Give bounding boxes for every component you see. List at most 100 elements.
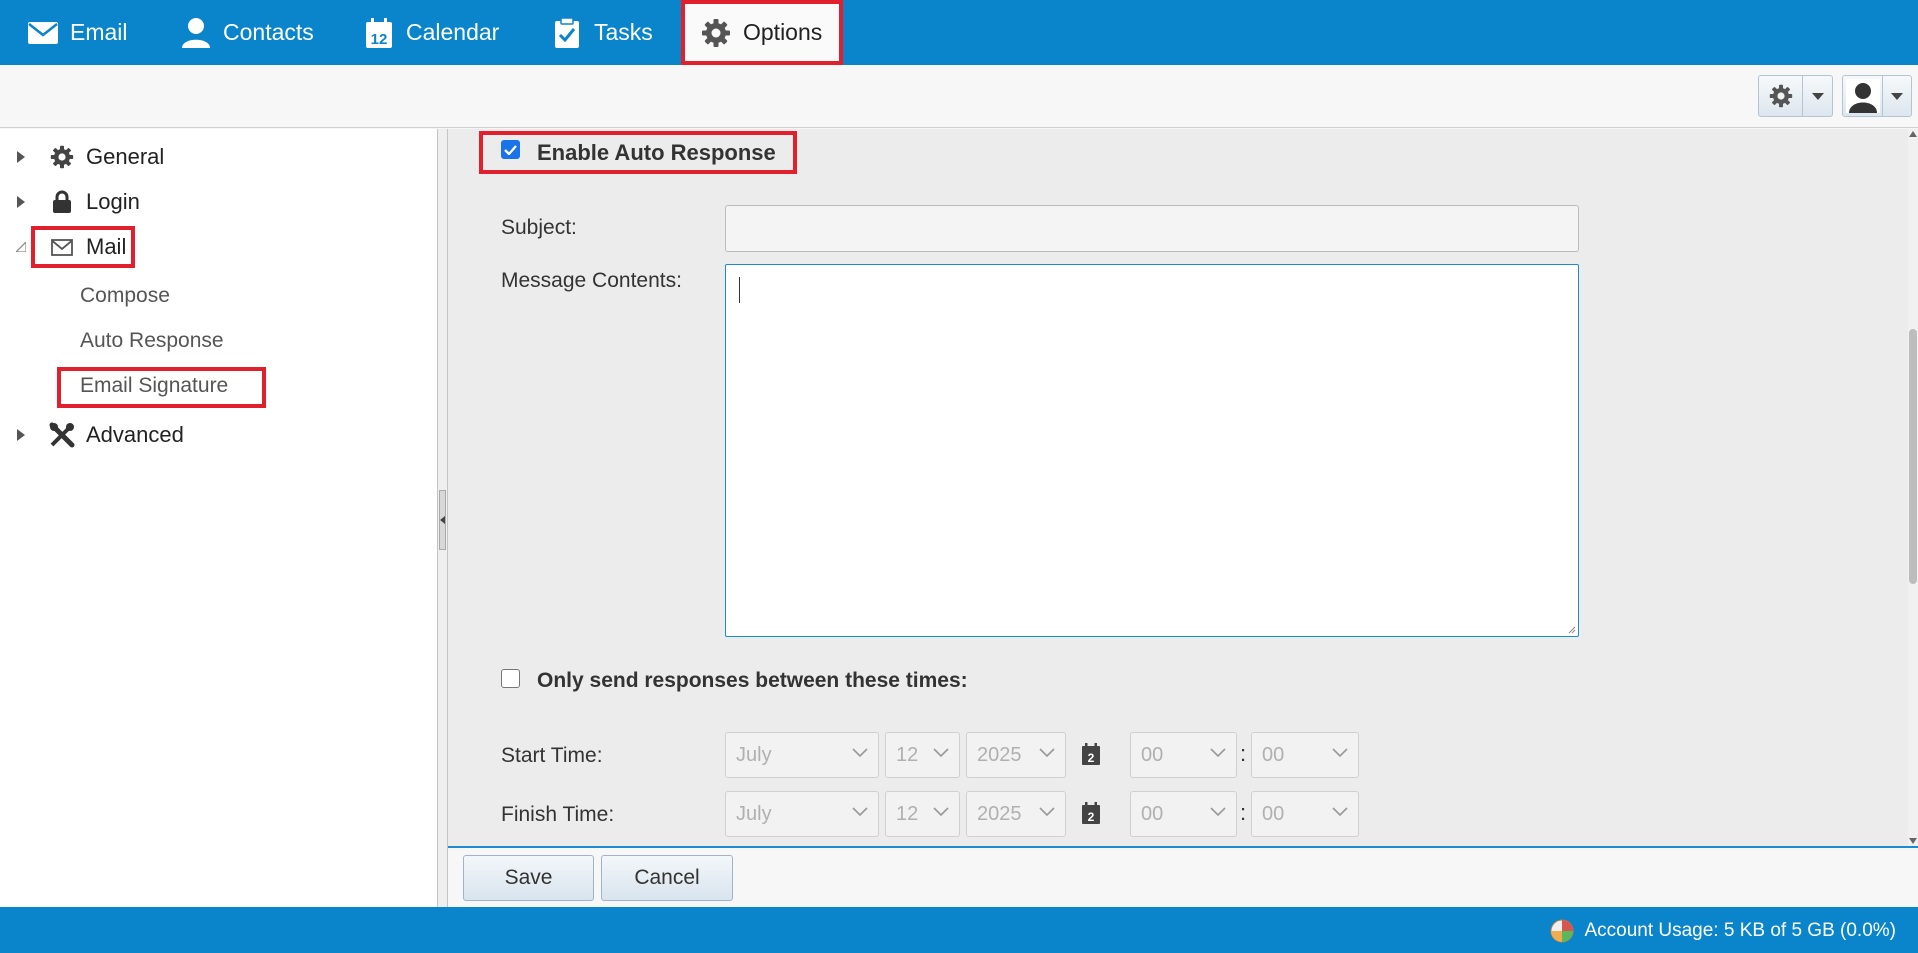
main-vertical-scrollbar[interactable] — [1908, 129, 1918, 846]
finish-year-value: 2025 — [977, 802, 1022, 825]
auto-response-panel: Enable Auto Response Subject: Message Co… — [448, 129, 1908, 846]
chevron-down-icon — [1883, 76, 1911, 116]
toolbar — [0, 65, 1918, 128]
nav-tab-contacts[interactable]: Contacts — [179, 0, 314, 65]
subject-label: Subject: — [501, 216, 577, 239]
form-action-bar: Save Cancel — [448, 846, 1918, 907]
chevron-down-icon — [933, 807, 949, 817]
start-month-value: July — [736, 743, 772, 766]
lock-icon — [48, 188, 76, 216]
sidebar-subitem-compose[interactable]: Compose — [80, 284, 170, 308]
svg-text:12: 12 — [371, 31, 388, 48]
chevron-down-icon — [1039, 748, 1055, 758]
chevron-down-icon — [1332, 748, 1348, 758]
message-contents-label: Message Contents: — [501, 269, 682, 292]
scroll-up-arrow-icon[interactable] — [1909, 131, 1917, 137]
finish-hour-select[interactable]: 00 — [1130, 791, 1237, 837]
sidebar-item-label: Login — [86, 189, 140, 214]
expand-arrow-icon[interactable] — [14, 150, 28, 164]
nav-tab-options[interactable]: Options — [681, 0, 843, 65]
scrollbar-thumb[interactable] — [1909, 329, 1917, 584]
clipboard-check-icon — [550, 16, 584, 50]
sidebar-item-advanced[interactable]: Advanced — [14, 421, 184, 449]
gear-icon — [699, 16, 733, 50]
nav-tab-label: Calendar — [406, 19, 500, 45]
calendar-picker-icon[interactable]: 2 — [1081, 742, 1101, 766]
settings-menu-button[interactable] — [1758, 75, 1833, 117]
options-sidebar: General Login Mail Compose Auto Response… — [0, 129, 440, 907]
chevron-down-icon — [1210, 807, 1226, 817]
start-year-value: 2025 — [977, 743, 1022, 766]
sidebar-item-login[interactable]: Login — [14, 188, 140, 216]
finish-time-label: Finish Time: — [501, 803, 615, 826]
person-icon — [179, 16, 213, 50]
nav-tab-calendar[interactable]: 12 Calendar — [362, 0, 499, 65]
finish-month-select[interactable]: July — [725, 791, 879, 837]
start-minute-select[interactable]: 00 — [1251, 732, 1359, 778]
nav-tab-label: Contacts — [223, 19, 314, 45]
chevron-down-icon — [1803, 76, 1832, 116]
collapse-handle[interactable] — [439, 490, 446, 550]
tools-icon — [48, 421, 76, 449]
svg-text:2: 2 — [1088, 751, 1095, 765]
finish-day-value: 12 — [896, 802, 919, 825]
chevron-down-icon — [1210, 748, 1226, 758]
start-time-label: Start Time: — [501, 744, 603, 767]
svg-text:2: 2 — [1088, 810, 1095, 824]
resize-grip-icon[interactable] — [1566, 624, 1576, 634]
chevron-down-icon — [1332, 807, 1348, 817]
start-hour-value: 00 — [1141, 743, 1164, 766]
message-contents-textarea[interactable] — [725, 264, 1579, 637]
sidebar-subitem-auto-response[interactable]: Auto Response — [80, 329, 224, 353]
usage-pie-icon — [1550, 919, 1574, 943]
expand-arrow-icon[interactable] — [14, 428, 28, 442]
checkmark-icon — [504, 144, 517, 155]
enable-auto-response-label[interactable]: Enable Auto Response — [537, 140, 776, 166]
finish-year-select[interactable]: 2025 — [966, 791, 1066, 837]
time-separator: : — [1240, 741, 1247, 766]
start-day-select[interactable]: 12 — [885, 732, 960, 778]
sidebar-item-general[interactable]: General — [14, 143, 164, 171]
time-separator: : — [1240, 800, 1247, 825]
sidebar-item-label: General — [86, 144, 165, 169]
finish-day-select[interactable]: 12 — [885, 791, 960, 837]
nav-tab-label: Tasks — [594, 19, 653, 45]
chevron-down-icon — [852, 807, 868, 817]
collapse-arrow-icon[interactable] — [14, 240, 28, 254]
scroll-down-arrow-icon[interactable] — [1909, 838, 1917, 844]
finish-minute-select[interactable]: 00 — [1251, 791, 1359, 837]
start-hour-select[interactable]: 00 — [1130, 732, 1237, 778]
save-button[interactable]: Save — [463, 855, 594, 901]
finish-hour-value: 00 — [1141, 802, 1164, 825]
top-navigation: Email Contacts 12 Calendar Tasks Options — [0, 0, 1918, 65]
chevron-down-icon — [1039, 807, 1055, 817]
chevron-down-icon — [852, 748, 868, 758]
chevron-down-icon — [933, 748, 949, 758]
nav-tab-tasks[interactable]: Tasks — [550, 0, 653, 65]
calendar-icon: 12 — [362, 16, 396, 50]
start-month-select[interactable]: July — [725, 732, 879, 778]
text-caret — [739, 277, 740, 303]
calendar-picker-icon[interactable]: 2 — [1081, 801, 1101, 825]
account-usage: Account Usage: 5 KB of 5 GB (0.0%) — [1550, 919, 1896, 943]
user-menu-button[interactable] — [1842, 75, 1912, 117]
sidebar-subitem-email-signature[interactable]: Email Signature — [80, 374, 228, 398]
sidebar-item-mail[interactable]: Mail — [14, 233, 126, 261]
envelope-icon — [26, 16, 60, 50]
user-avatar-icon — [1843, 76, 1882, 116]
nav-tab-label: Email — [70, 19, 128, 45]
finish-minute-value: 00 — [1262, 802, 1285, 825]
cancel-button[interactable]: Cancel — [601, 855, 733, 901]
expand-arrow-icon[interactable] — [14, 195, 28, 209]
gear-icon — [48, 143, 76, 171]
chevron-left-icon — [440, 516, 445, 524]
only-send-between-times-label[interactable]: Only send responses between these times: — [537, 669, 968, 693]
enable-auto-response-checkbox[interactable] — [501, 140, 520, 159]
start-year-select[interactable]: 2025 — [966, 732, 1066, 778]
account-usage-text: Account Usage: 5 KB of 5 GB (0.0%) — [1584, 920, 1896, 941]
nav-tab-email[interactable]: Email — [26, 0, 128, 65]
start-day-value: 12 — [896, 743, 919, 766]
subject-input[interactable] — [725, 205, 1579, 252]
only-send-between-times-checkbox[interactable] — [501, 669, 520, 688]
gear-icon — [1759, 76, 1802, 116]
